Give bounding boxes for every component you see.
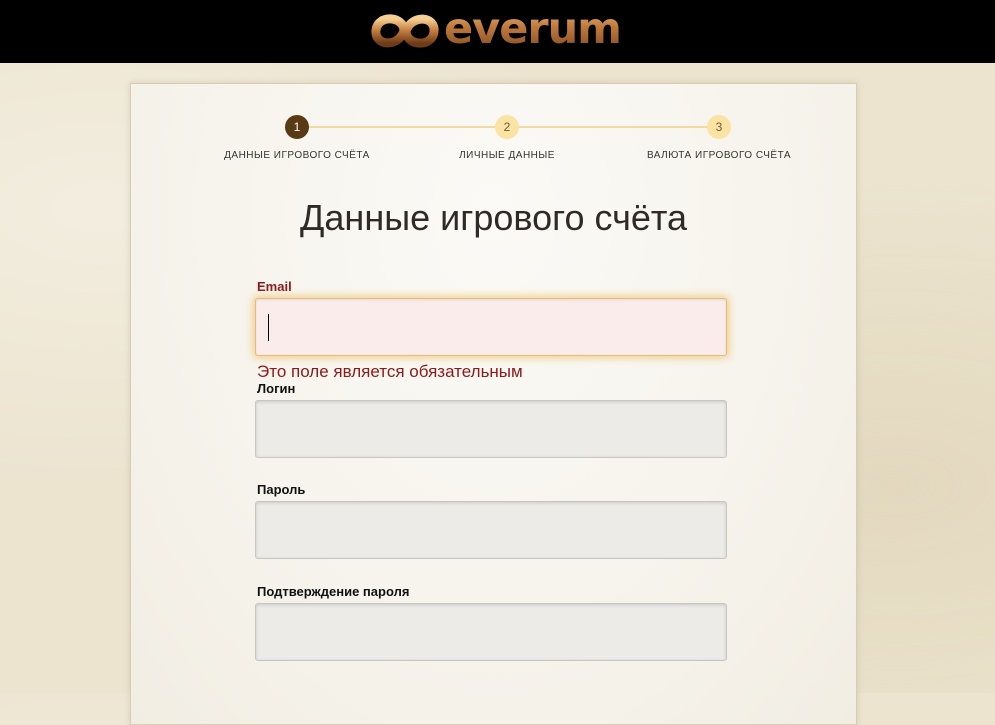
email-label: Email bbox=[257, 279, 292, 294]
password-confirm-field[interactable] bbox=[255, 603, 727, 661]
password-field[interactable] bbox=[255, 501, 727, 559]
login-label: Логин bbox=[257, 381, 296, 396]
everum-swirl-logo-icon bbox=[371, 14, 439, 48]
step-2-label: ЛИЧНЫЕ ДАННЫЕ bbox=[459, 150, 555, 161]
top-bar: everum bbox=[0, 0, 995, 63]
page-title: Данные игрового счёта bbox=[300, 197, 687, 238]
password-label: Пароль bbox=[257, 482, 306, 497]
step-3-label: ВАЛЮТА ИГРОВОГО СЧЁТА bbox=[646, 150, 792, 161]
step-1-label: ДАННЫЕ ИГРОВОГО СЧЁТА bbox=[224, 150, 370, 161]
registration-panel: 1 2 3 ДАННЫЕ ИГРОВОГО СЧЁТА ЛИЧНЫЕ ДАННЫ… bbox=[130, 83, 857, 725]
brand-name: everum bbox=[444, 4, 622, 54]
text-caret bbox=[268, 314, 269, 341]
step-3-indicator: 3 bbox=[707, 115, 731, 139]
email-error-message: Это поле является обязательным bbox=[257, 362, 523, 381]
step-2-indicator: 2 bbox=[495, 115, 519, 139]
everum-logo[interactable]: everum bbox=[370, 4, 630, 56]
email-field[interactable] bbox=[255, 298, 727, 356]
login-field[interactable] bbox=[255, 400, 727, 458]
step-1-indicator: 1 bbox=[285, 115, 309, 139]
password-confirm-label: Подтверждение пароля bbox=[257, 584, 410, 599]
